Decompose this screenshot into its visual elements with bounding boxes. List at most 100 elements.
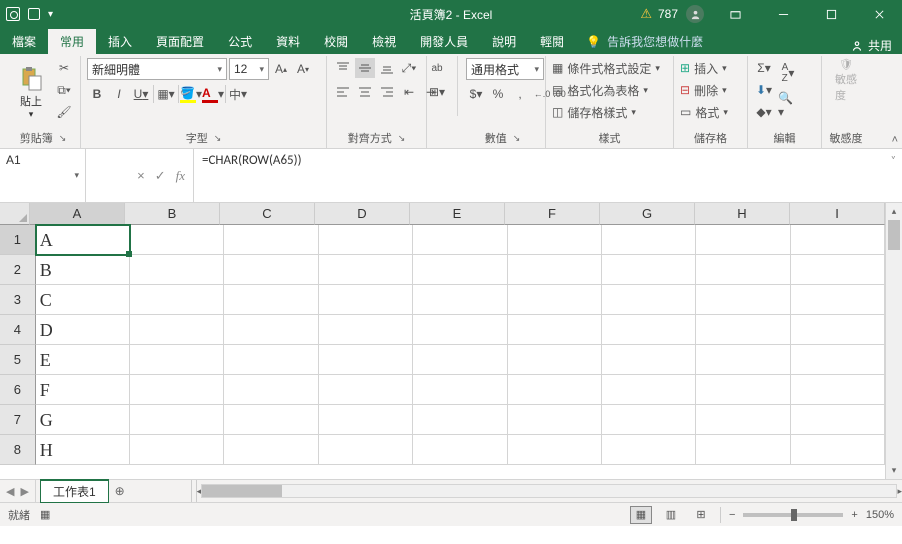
align-left-button[interactable] <box>333 82 353 102</box>
cell[interactable] <box>130 225 224 255</box>
cell[interactable] <box>791 375 885 405</box>
font-color-button[interactable]: A▾ <box>203 84 223 104</box>
cell[interactable] <box>130 315 224 345</box>
zoom-in-button[interactable]: + <box>851 509 857 521</box>
sheet-nav-prev-button[interactable]: ◀ <box>6 485 14 498</box>
ribbon-display-button[interactable] <box>712 0 758 28</box>
autosum-button[interactable]: Σ▾ <box>754 58 774 78</box>
grow-font-button[interactable]: A▴ <box>271 59 291 79</box>
cancel-formula-button[interactable]: × <box>137 168 145 183</box>
cell-styles-button[interactable]: ◫儲存格樣式▾ <box>552 102 636 122</box>
enter-formula-button[interactable]: ✓ <box>155 168 166 184</box>
column-header[interactable]: C <box>220 203 315 225</box>
cell[interactable] <box>413 375 507 405</box>
cell[interactable] <box>602 315 696 345</box>
clear-button[interactable]: ◆▾ <box>754 102 774 122</box>
tab-review[interactable]: 校閱 <box>312 29 360 54</box>
cell[interactable]: A <box>36 225 130 255</box>
clipboard-launcher-icon[interactable]: ↘ <box>59 133 67 144</box>
cell[interactable] <box>602 255 696 285</box>
cell[interactable]: D <box>36 315 130 345</box>
sort-filter-button[interactable]: AZ▾ <box>778 58 798 88</box>
cell[interactable] <box>508 255 602 285</box>
wrap-text-button[interactable]: ab <box>427 58 447 78</box>
cell[interactable] <box>602 405 696 435</box>
camera-icon[interactable] <box>6 7 20 21</box>
conditional-format-button[interactable]: ▦條件式格式設定▾ <box>552 58 660 78</box>
cell[interactable] <box>602 375 696 405</box>
row-header[interactable]: 8 <box>0 435 36 465</box>
macro-record-icon[interactable]: ▦ <box>40 508 50 521</box>
warning-icon[interactable]: ⚠ <box>640 6 652 22</box>
zoom-slider-handle[interactable] <box>791 509 797 521</box>
tell-me[interactable]: 💡 告訴我您想做什麼 <box>576 29 713 54</box>
fill-button[interactable]: ⬇▾ <box>754 80 774 100</box>
format-table-button[interactable]: ▤格式化為表格▾ <box>552 80 648 100</box>
cell[interactable] <box>130 375 224 405</box>
cell[interactable] <box>602 225 696 255</box>
number-launcher-icon[interactable]: ↘ <box>513 133 521 144</box>
page-break-view-button[interactable]: ⊞ <box>690 506 712 524</box>
bold-button[interactable]: B <box>87 84 107 104</box>
column-header[interactable]: B <box>125 203 220 225</box>
tab-easyread[interactable]: 輕閱 <box>528 29 576 54</box>
vertical-scrollbar[interactable]: ▴ ▾ <box>885 203 902 479</box>
cell[interactable] <box>696 405 790 435</box>
align-bottom-button[interactable] <box>377 58 397 78</box>
cell[interactable] <box>319 285 413 315</box>
fill-color-button[interactable]: 🪣▾ <box>181 84 201 104</box>
row-header[interactable]: 7 <box>0 405 36 435</box>
cell[interactable] <box>791 315 885 345</box>
cell[interactable] <box>791 435 885 465</box>
formula-input[interactable]: =CHAR(ROW(A65)) ˅ <box>194 149 902 202</box>
cell[interactable] <box>130 285 224 315</box>
align-right-button[interactable] <box>377 82 397 102</box>
cell[interactable] <box>319 405 413 435</box>
normal-view-button[interactable]: ▦ <box>630 506 652 524</box>
align-middle-button[interactable] <box>355 58 375 78</box>
expand-formula-icon[interactable]: ˅ <box>891 153 896 166</box>
cell[interactable]: G <box>36 405 130 435</box>
cell[interactable] <box>130 255 224 285</box>
copy-button[interactable]: ⧉▾ <box>54 80 74 100</box>
cell[interactable]: B <box>36 255 130 285</box>
sheet-nav-next-button[interactable]: ▶ <box>20 485 28 498</box>
zoom-slider[interactable] <box>743 513 843 517</box>
qat-dropdown-icon[interactable]: ▾ <box>48 9 53 20</box>
cell[interactable] <box>413 315 507 345</box>
save-icon[interactable] <box>28 8 40 20</box>
cell[interactable] <box>791 345 885 375</box>
cell[interactable] <box>696 315 790 345</box>
horizontal-scrollbar[interactable]: ◂ ▸ <box>191 480 902 502</box>
delete-cells-button[interactable]: ⊟刪除▾ <box>680 80 727 100</box>
number-format-combo[interactable]: 通用格式▾ <box>466 58 544 80</box>
cell[interactable] <box>791 225 885 255</box>
row-header[interactable]: 6 <box>0 375 36 405</box>
cell[interactable] <box>696 255 790 285</box>
cell[interactable] <box>319 255 413 285</box>
cell[interactable] <box>602 285 696 315</box>
cell[interactable] <box>508 405 602 435</box>
cell[interactable] <box>508 375 602 405</box>
cell[interactable] <box>696 225 790 255</box>
cell[interactable] <box>224 405 318 435</box>
font-size-combo[interactable]: 12▾ <box>229 58 269 80</box>
format-cells-button[interactable]: ▭格式▾ <box>680 102 728 122</box>
cell[interactable] <box>791 285 885 315</box>
cell[interactable] <box>602 345 696 375</box>
column-header[interactable]: G <box>600 203 695 225</box>
share-button[interactable]: 共用 <box>850 37 892 54</box>
cell[interactable] <box>413 435 507 465</box>
horizontal-scroll-thumb[interactable] <box>202 485 282 497</box>
vertical-scroll-thumb[interactable] <box>888 220 900 250</box>
tab-developer[interactable]: 開發人員 <box>408 29 480 54</box>
orientation-button[interactable]: ⤢▾ <box>399 58 419 78</box>
column-header[interactable]: A <box>30 203 125 225</box>
tab-home[interactable]: 常用 <box>48 29 96 54</box>
zoom-level[interactable]: 150% <box>866 509 894 521</box>
column-header[interactable]: D <box>315 203 410 225</box>
row-header[interactable]: 2 <box>0 255 36 285</box>
find-select-button[interactable]: 🔍▾ <box>778 90 798 120</box>
underline-button[interactable]: U▾ <box>131 84 151 104</box>
cell[interactable] <box>696 435 790 465</box>
